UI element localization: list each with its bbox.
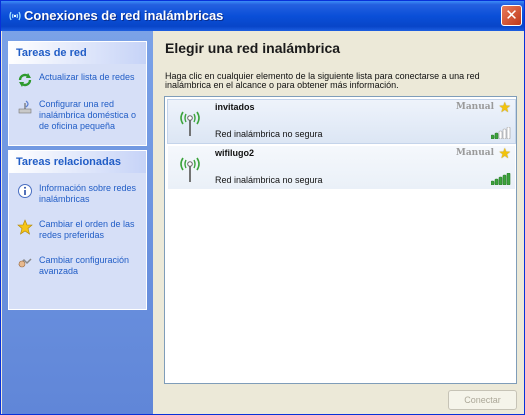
wireless-antenna-icon <box>180 111 200 136</box>
task-change-preferred-order[interactable]: Cambiar el orden de las redes preferidas <box>9 219 146 241</box>
star-icon <box>17 219 33 235</box>
network-mode: Manual <box>455 148 494 158</box>
signal-strength-icon <box>491 127 511 139</box>
wireless-icon <box>9 11 21 21</box>
title-bar[interactable]: Conexiones de red inalámbricas ✕ <box>1 1 524 31</box>
signal-bar <box>494 178 499 185</box>
signal-bar <box>491 180 495 185</box>
task-wireless-info[interactable]: Información sobre redes inalámbricas <box>9 183 146 205</box>
task-label: Cambiar configuración avanzada <box>39 255 130 276</box>
task-label: Cambiar el orden de las redes preferidas <box>39 219 135 240</box>
task-advanced-settings[interactable]: Cambiar configuración avanzada <box>9 255 146 277</box>
network-tasks-heading[interactable]: Tareas de red <box>9 42 146 64</box>
network-security: Red inalámbrica no segura <box>215 129 323 139</box>
network-list[interactable]: invitados Red inalámbrica no segura Manu… <box>164 96 517 384</box>
connect-button[interactable]: Conectar <box>448 390 517 410</box>
wireless-setup-icon <box>18 100 32 114</box>
signal-bar <box>506 127 511 139</box>
page-heading: Elegir una red inalámbrica <box>165 40 341 56</box>
network-mode: Manual <box>455 102 494 112</box>
network-ssid: wifilugo2 <box>215 148 254 158</box>
task-pane: Tareas de red Actualizar lista de redes … <box>2 31 153 414</box>
task-label: Configurar una red inalámbrica doméstica… <box>39 99 137 131</box>
related-tasks-panel: Tareas relacionadas Información sobre re… <box>8 150 147 310</box>
signal-bar <box>491 134 495 139</box>
signal-bar <box>502 128 507 139</box>
advanced-settings-icon <box>18 258 32 268</box>
network-security: Red inalámbrica no segura <box>215 175 323 185</box>
signal-strength-icon <box>491 173 511 185</box>
window-title: Conexiones de red inalámbricas <box>24 8 224 23</box>
wireless-antenna-icon <box>180 157 200 182</box>
task-refresh-network-list[interactable]: Actualizar lista de redes <box>9 72 146 87</box>
signal-bar <box>498 176 503 185</box>
signal-bar <box>506 173 511 185</box>
close-button[interactable]: ✕ <box>501 5 522 26</box>
network-item-wifilugo2[interactable]: wifilugo2 Red inalámbrica no segura Manu… <box>167 145 516 190</box>
preferred-star-icon: ★ <box>498 99 511 115</box>
signal-bar <box>502 174 507 185</box>
network-ssid: invitados <box>215 102 255 112</box>
refresh-icon <box>18 73 32 87</box>
related-tasks-heading[interactable]: Tareas relacionadas <box>9 151 146 173</box>
wireless-connections-window: Conexiones de red inalámbricas ✕ Tareas … <box>0 0 525 415</box>
task-label: Información sobre redes inalámbricas <box>39 183 137 204</box>
signal-bar <box>498 130 503 139</box>
network-item-invitados[interactable]: invitados Red inalámbrica no segura Manu… <box>167 99 516 144</box>
task-setup-wireless-network[interactable]: Configurar una red inalámbrica doméstica… <box>9 99 146 132</box>
network-tasks-panel: Tareas de red Actualizar lista de redes … <box>8 41 147 146</box>
signal-bar <box>494 132 499 139</box>
instructions-text: Haga clic en cualquier elemento de la si… <box>165 71 480 90</box>
task-label: Actualizar lista de redes <box>39 72 135 82</box>
preferred-star-icon: ★ <box>498 145 511 161</box>
close-icon: ✕ <box>505 6 518 24</box>
info-icon <box>18 184 32 198</box>
